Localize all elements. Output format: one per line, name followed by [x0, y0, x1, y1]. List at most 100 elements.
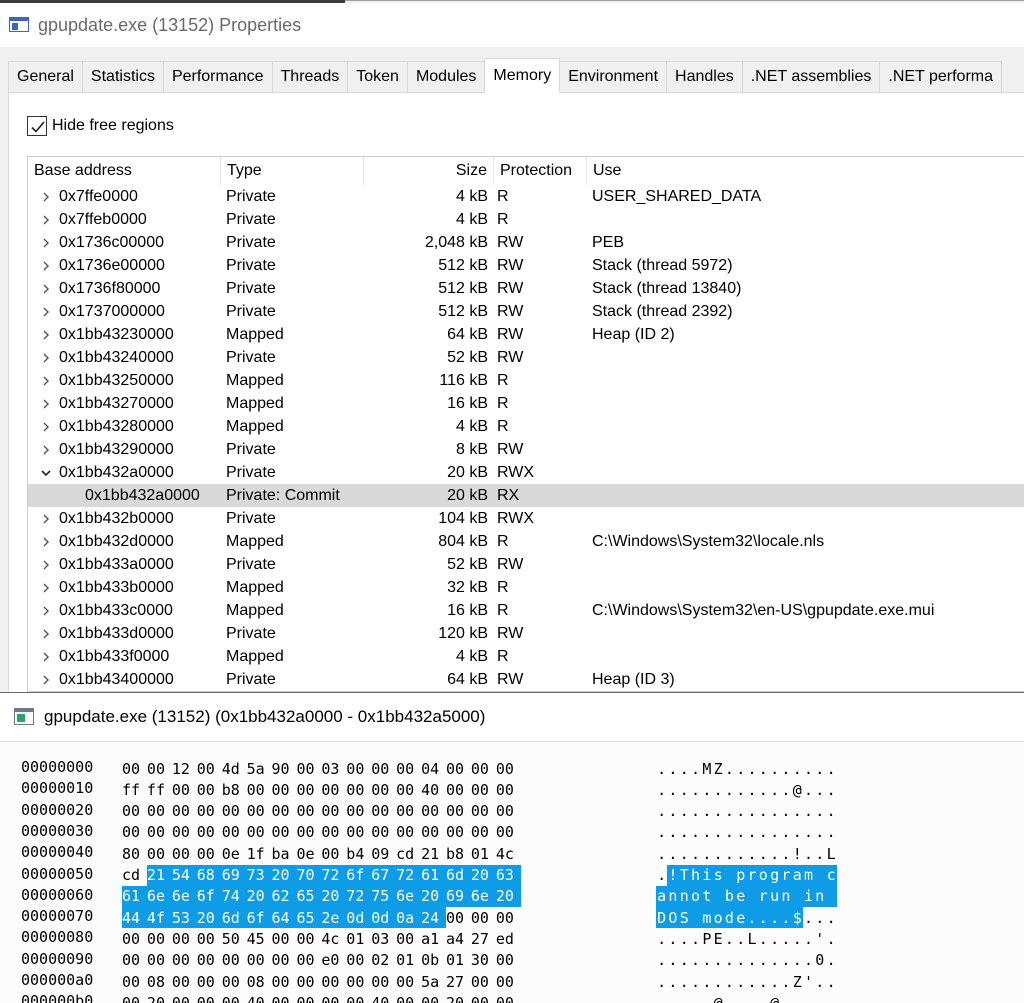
hex-byte[interactable]: 27 [446, 971, 471, 992]
hex-byte[interactable]: 00 [197, 779, 222, 800]
hex-byte[interactable]: 54 [171, 864, 197, 886]
expand-chevron-right-icon[interactable] [38, 438, 54, 461]
expand-chevron-right-icon[interactable] [38, 599, 54, 622]
tab-handles[interactable]: Handles [666, 61, 743, 93]
hex-byte[interactable]: 00 [172, 843, 197, 864]
hex-byte[interactable]: 00 [172, 971, 197, 992]
hex-byte[interactable]: 00 [197, 950, 222, 971]
hex-byte[interactable]: 6d [221, 907, 247, 929]
hex-byte[interactable]: 67 [371, 864, 397, 886]
hex-byte[interactable]: 00 [122, 928, 147, 949]
column-header-size[interactable]: Size [364, 157, 494, 185]
hex-byte[interactable]: 69 [445, 885, 471, 907]
hex-byte[interactable]: 00 [222, 950, 247, 971]
hex-byte[interactable]: 00 [272, 928, 297, 949]
hex-byte[interactable]: 00 [172, 950, 197, 971]
hex-byte[interactable]: 20 [246, 885, 272, 907]
hex-byte[interactable]: 00 [371, 758, 396, 779]
hex-byte[interactable]: 68 [196, 864, 222, 886]
expand-chevron-right-icon[interactable] [38, 622, 54, 645]
column-header-use[interactable]: Use [587, 157, 1024, 185]
tab-net-performa[interactable]: .NET performa [879, 61, 1002, 93]
hex-byte[interactable]: 73 [246, 864, 272, 886]
memory-row[interactable]: 0x1bb433a0000 Private 52 kB RW [28, 553, 1024, 576]
hex-byte[interactable]: 90 [272, 758, 297, 779]
hex-byte[interactable]: 00 [122, 971, 147, 992]
hex-byte[interactable]: 40 [247, 992, 272, 1003]
tab-general[interactable]: General [8, 61, 83, 93]
hex-byte[interactable]: 00 [147, 950, 172, 971]
expand-chevron-right-icon[interactable] [38, 392, 54, 415]
hex-byte[interactable]: 6e [396, 885, 422, 907]
hex-byte[interactable]: 00 [321, 779, 346, 800]
hex-byte[interactable]: 20 [446, 992, 471, 1003]
hex-byte[interactable]: 30 [471, 950, 496, 971]
hex-byte[interactable]: 00 [446, 907, 471, 928]
hex-byte[interactable]: 00 [346, 779, 371, 800]
hex-ascii-column[interactable]: DOS m o d e.... $... [656, 907, 837, 929]
hex-byte[interactable]: 00 [321, 992, 346, 1003]
hex-byte[interactable]: 00 [147, 822, 172, 843]
properties-titlebar[interactable]: gpupdate.exe (13152) Properties [0, 3, 1024, 47]
expand-chevron-right-icon[interactable] [38, 300, 54, 323]
hex-byte[interactable]: 00 [471, 758, 496, 779]
hex-byte[interactable]: 00 [496, 822, 521, 843]
hex-ascii-column[interactable]: . ... @.... @.. .. [656, 992, 837, 1003]
hex-byte[interactable]: 00 [272, 950, 297, 971]
hex-byte[interactable]: 6f [346, 864, 372, 886]
expand-chevron-right-icon[interactable] [38, 645, 54, 668]
hex-byte[interactable]: 00 [222, 801, 247, 822]
hex-byte[interactable]: 4c [321, 928, 346, 949]
column-header-type[interactable]: Type [221, 157, 364, 185]
hex-ascii-column[interactable]: ............ @... [656, 779, 837, 800]
hex-byte[interactable]: 62 [271, 885, 297, 907]
memory-row[interactable]: 0x1bb432d0000 Mapped 804 kB R C:\Windows\Sys… [28, 530, 1024, 553]
hex-byte[interactable]: 00 [172, 822, 197, 843]
hex-byte[interactable]: 01 [471, 843, 496, 864]
hex-byte[interactable]: 00 [296, 971, 321, 992]
hex-byte[interactable]: 00 [122, 801, 147, 822]
hex-byte[interactable]: 00 [321, 801, 346, 822]
hex-byte[interactable]: 20 [147, 992, 172, 1003]
hex-byte[interactable]: 2e [321, 907, 347, 929]
hex-byte[interactable]: a4 [446, 928, 471, 949]
hex-byte[interactable]: 00 [371, 822, 396, 843]
hex-byte[interactable]: 0d [371, 907, 397, 929]
tab-threads[interactable]: Threads [271, 61, 349, 93]
tab-statistics[interactable]: Statistics [81, 61, 164, 93]
memory-row[interactable]: 0x1bb43250000 Mapped 116 kB R [28, 369, 1024, 392]
hex-byte[interactable]: 00 [446, 822, 471, 843]
hex-byte[interactable]: 00 [471, 971, 496, 992]
hex-byte[interactable]: 00 [471, 992, 496, 1003]
memory-row[interactable]: 0x1bb433c0000 Mapped 16 kB R C:\Windows\Syst… [28, 599, 1024, 622]
hex-byte[interactable]: 00 [496, 907, 521, 928]
memory-row[interactable]: 0x1bb432b0000 Private 104 kB RWX [28, 507, 1024, 530]
memory-row[interactable]: 0x1bb43270000 Mapped 16 kB R [28, 392, 1024, 415]
hex-byte[interactable]: 00 [197, 928, 222, 949]
hex-ascii-column[interactable]: .... P E.. L..... '. [656, 928, 837, 949]
hex-byte[interactable]: ba [272, 843, 297, 864]
hex-byte[interactable]: 00 [496, 950, 521, 971]
hex-byte[interactable]: ff [122, 779, 147, 800]
memory-row[interactable]: 0x1bb43230000 Mapped 64 kB RW Heap (ID 2) [28, 323, 1024, 346]
hex-byte[interactable]: 00 [147, 928, 172, 949]
hex-byte[interactable]: 00 [296, 992, 321, 1003]
hex-byte[interactable]: 72 [321, 864, 347, 886]
hex-byte[interactable]: cd [396, 843, 421, 864]
hex-byte[interactable]: 00 [122, 950, 147, 971]
expand-chevron-right-icon[interactable] [38, 507, 54, 530]
column-header-protection[interactable]: Protection [494, 157, 587, 185]
memory-row[interactable]: 0x1737000000 Private 512 kB RW Stack (thread… [28, 300, 1024, 323]
hex-byte[interactable]: 00 [296, 758, 321, 779]
hex-byte[interactable]: 6e [146, 885, 172, 907]
hex-byte[interactable]: 4f [146, 907, 172, 929]
hex-byte[interactable]: 65 [296, 885, 322, 907]
hex-byte[interactable]: 00 [172, 992, 197, 1003]
hex-byte[interactable]: 00 [296, 801, 321, 822]
hex-byte[interactable]: 72 [346, 885, 372, 907]
hex-byte[interactable]: 40 [371, 992, 396, 1003]
hex-byte[interactable]: 03 [321, 758, 346, 779]
hex-byte[interactable]: 00 [471, 907, 496, 928]
hex-byte[interactable]: 00 [247, 822, 272, 843]
hex-byte[interactable]: 08 [147, 971, 172, 992]
